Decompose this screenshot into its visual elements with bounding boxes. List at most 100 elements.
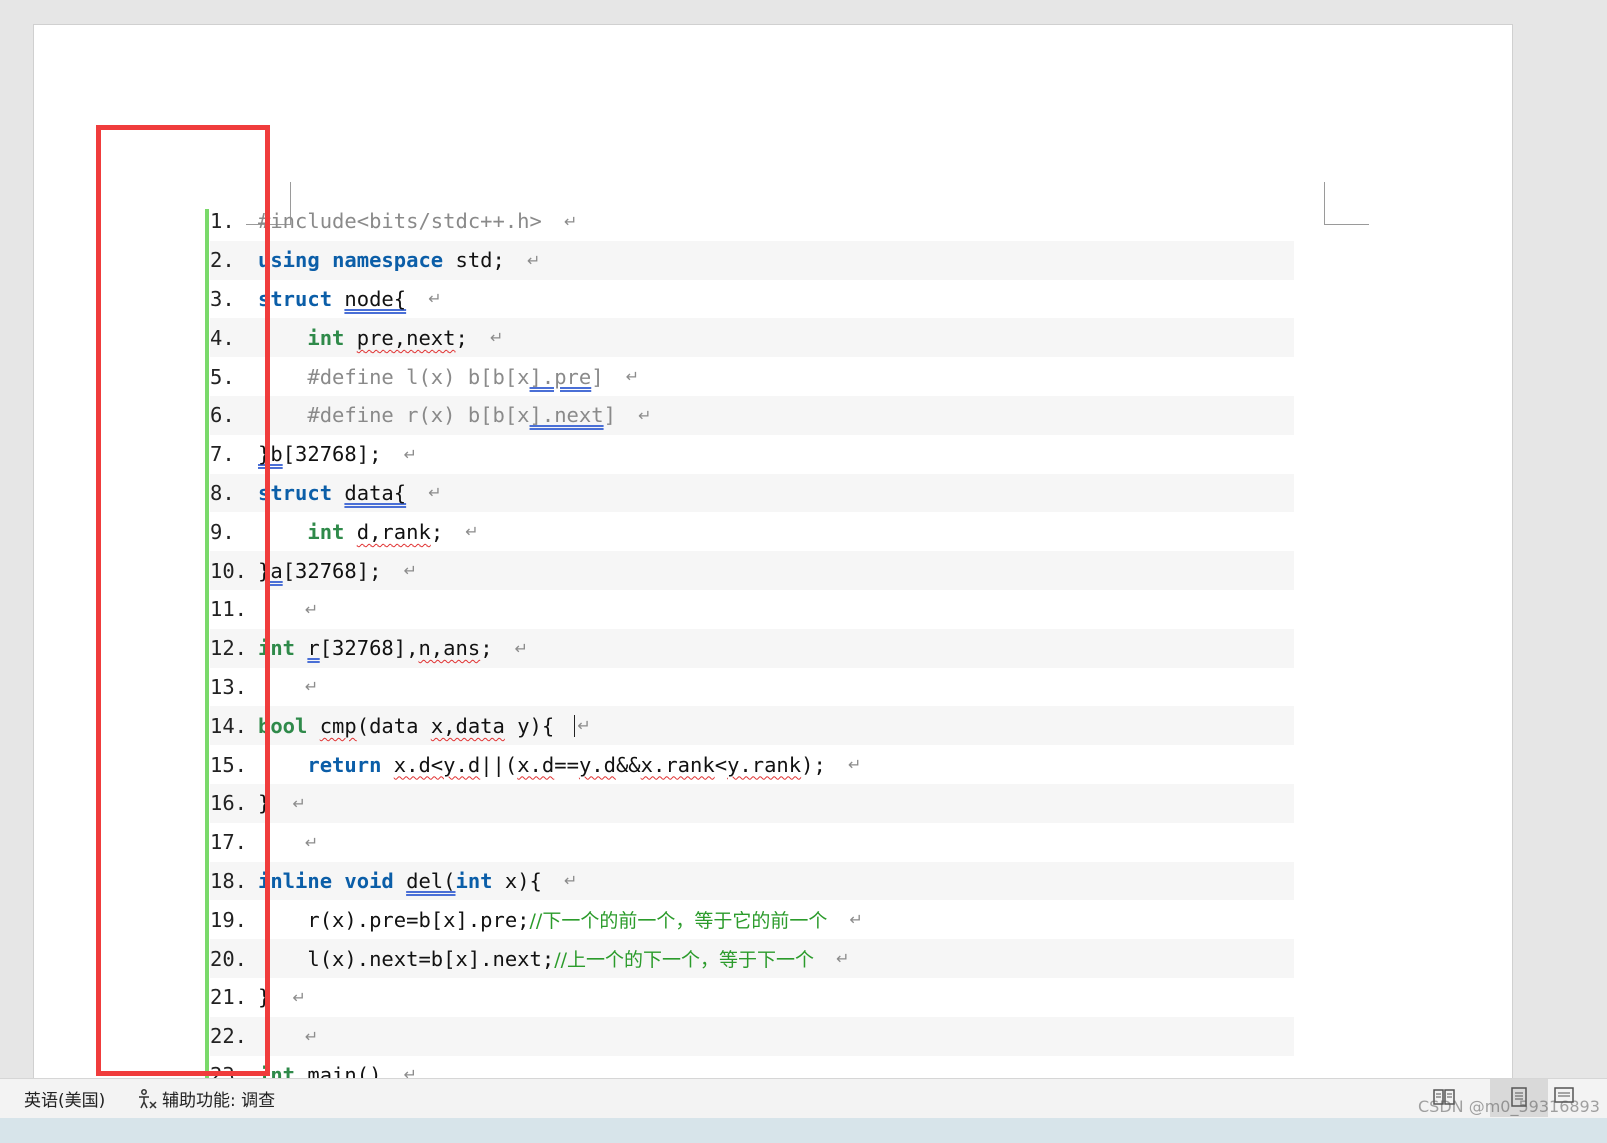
paragraph-mark-icon: ↵ [304, 1026, 319, 1046]
code-text[interactable]: int d,rank; [258, 520, 443, 544]
code-text[interactable]: int pre,next; [258, 325, 468, 350]
paragraph-mark-icon: ↵ [403, 444, 417, 464]
code-token: ].next [529, 403, 604, 428]
code-text[interactable]: }b[32768]; [258, 442, 381, 466]
paragraph-mark-icon: ↵ [403, 561, 417, 581]
code-token: ] [603, 403, 616, 428]
code-line[interactable]: 14. bool cmp(data x,data y){↵ [210, 706, 1294, 746]
code-line[interactable]: 9. int d,rank; ↵ [210, 512, 1294, 551]
code-text[interactable]: bool cmp(data x,data y){ [258, 714, 554, 738]
code-line[interactable]: 13. ↵ [210, 668, 1294, 707]
code-token: #define l(x) b[b[x [258, 364, 530, 389]
paragraph-mark-icon: ↵ [563, 211, 578, 231]
code-token: == [554, 752, 579, 777]
paragraph-mark-icon: ↵ [292, 987, 306, 1007]
code-token: #define r(x) b[b[x [258, 403, 530, 428]
paragraph-mark-icon: ↵ [526, 250, 541, 270]
code-token: y){ [504, 713, 555, 738]
code-line[interactable]: 2. using namespace std; ↵ [210, 240, 1294, 280]
code-token: r(x).pre=b[x].pre; [258, 908, 530, 933]
code-token: ); [801, 752, 826, 777]
paragraph-mark-icon: ↵ [428, 483, 442, 503]
code-line[interactable]: 22. ↵ [210, 1016, 1294, 1056]
paragraph-mark-icon: ↵ [514, 638, 528, 658]
code-token: del( [406, 868, 456, 893]
code-text[interactable]: #define l(x) b[b[x].pre] [258, 364, 603, 389]
code-token: int [307, 325, 345, 350]
code-line[interactable]: 8. struct data{↵ [210, 473, 1294, 513]
code-text[interactable]: struct data{ [258, 481, 406, 505]
code-token: [32768]; [282, 558, 382, 583]
code-text[interactable]: using namespace std; [258, 248, 505, 272]
code-token: namespace [332, 248, 444, 273]
code-token: int [455, 868, 493, 893]
code-token: y.rank [727, 752, 802, 777]
code-text[interactable]: struct node{ [258, 287, 406, 311]
code-token: (data [356, 713, 431, 738]
code-token: x){ [492, 868, 542, 893]
code-token: d,rank [356, 519, 431, 544]
code-line[interactable]: 5. #define l(x) b[b[x].pre] ↵ [210, 357, 1294, 396]
code-token: [32768], [319, 636, 419, 661]
code-line[interactable]: 10.}a[32768]; ↵ [210, 551, 1294, 590]
paragraph-mark-icon: ↵ [465, 522, 479, 542]
paragraph-mark-icon: ↵ [304, 832, 319, 852]
code-token: int [307, 519, 345, 544]
code-line[interactable]: 16.} ↵ [210, 783, 1294, 823]
code-line[interactable]: 7.}b[32768]; ↵ [210, 435, 1294, 474]
code-token: x.d<y.d [393, 752, 481, 777]
code-token: //上一个的下一个，等于下一个 [554, 949, 815, 972]
paragraph-mark-icon: ↵ [847, 755, 862, 775]
code-line[interactable]: 18. inline void del(int x){↵ [210, 861, 1294, 901]
code-text[interactable]: int r[32768],n,ans; [258, 636, 493, 660]
code-text[interactable]: l(x).next=b[x].next;//上一个的下一个，等于下一个 [258, 945, 814, 972]
paragraph-mark-icon: ↵ [428, 289, 442, 309]
code-block[interactable]: 1. #include<bits/stdc++.h> ↵ 2. using namesp… [210, 202, 1294, 1094]
code-line[interactable]: 21.} ↵ [210, 978, 1294, 1017]
code-token: void [344, 868, 394, 893]
code-line[interactable]: 1. #include<bits/stdc++.h> ↵ [210, 202, 1294, 241]
code-line[interactable]: 12. int r[32768],n,ans; ↵ [210, 628, 1294, 668]
status-language[interactable]: 英语(美国) [24, 1086, 105, 1111]
code-token: node{ [344, 286, 407, 311]
paragraph-mark-icon: ↵ [637, 405, 652, 425]
paragraph-mark-icon: ↵ [292, 793, 306, 813]
taskbar-strip [0, 1118, 1607, 1143]
paragraph-mark-icon: ↵ [304, 599, 319, 619]
text-cursor [574, 714, 576, 737]
code-token: ||( [480, 752, 518, 777]
code-text[interactable]: return x.d<y.d||(x.d==y.d&&x.rank<y.rank… [258, 752, 826, 777]
code-line[interactable]: 19. r(x).pre=b[x].pre;//下一个的前一个，等于它的前一个 ↵ [210, 900, 1294, 939]
code-text[interactable]: }a[32768]; [258, 559, 381, 583]
code-line[interactable]: 17. ↵ [210, 823, 1294, 862]
code-line[interactable]: 20. l(x).next=b[x].next;//上一个的下一个，等于下一个 ↵ [210, 939, 1294, 978]
code-token: n,ans [418, 636, 481, 661]
watermark: CSDN @m0_59316893 [1418, 1097, 1600, 1116]
code-line[interactable]: 15. return x.d<y.d||(x.d==y.d&&x.rank<y.… [210, 745, 1294, 784]
code-token: ; [455, 325, 468, 350]
code-token: pre,next [356, 325, 456, 350]
accessibility-icon [136, 1088, 158, 1110]
code-line[interactable]: 11. ↵ [210, 590, 1294, 629]
code-token: x.rank [640, 752, 715, 777]
code-token: y.d [578, 752, 616, 777]
code-text[interactable]: #define r(x) b[b[x].next] [258, 403, 616, 427]
paragraph-mark-icon: ↵ [836, 949, 850, 969]
code-line[interactable]: 4. int pre,next; ↵ [210, 318, 1294, 358]
highlight-box [96, 125, 270, 1076]
code-text[interactable]: inline void del(int x){ [258, 869, 542, 893]
code-line[interactable]: 3. struct node{↵ [210, 280, 1294, 319]
code-token: x,data [430, 713, 505, 738]
code-token: && [615, 752, 641, 777]
code-text[interactable]: #include<bits/stdc++.h> [258, 209, 542, 233]
code-line[interactable]: 6. #define r(x) b[b[x].next] ↵ [210, 395, 1294, 435]
code-token: return [307, 752, 382, 777]
status-accessibility[interactable]: 辅助功能: 调查 [136, 1086, 275, 1111]
code-text[interactable]: r(x).pre=b[x].pre;//下一个的前一个，等于它的前一个 [258, 906, 827, 933]
